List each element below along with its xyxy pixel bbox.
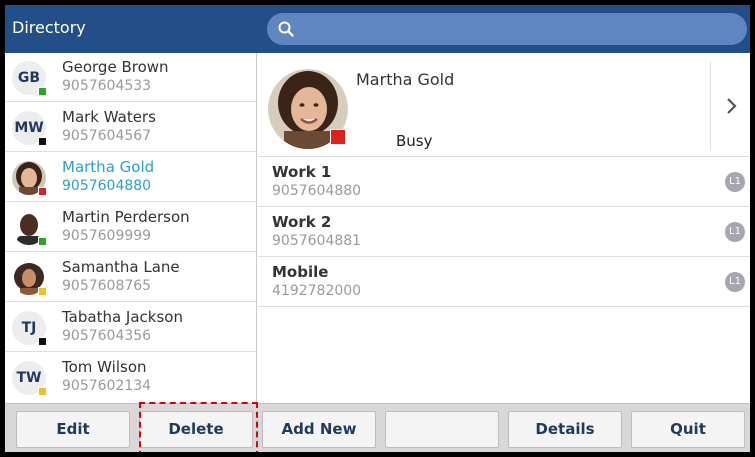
presence-indicator	[38, 237, 47, 246]
search-bar[interactable]	[267, 13, 747, 45]
detail-header: Martha Gold Busy	[258, 53, 750, 157]
contact-number: 9057609999	[62, 228, 152, 244]
contact-number: 9057604567	[62, 128, 152, 144]
contact-number: 9057604356	[62, 328, 152, 344]
number-label: Mobile	[272, 263, 329, 281]
contact-detail-pane: Martha Gold Busy Work 1 9057604880 L1 Wo…	[258, 53, 750, 403]
contact-list: GB George Brown 9057604533 MW Mark Water…	[5, 53, 257, 403]
next-contact-button[interactable]	[710, 61, 750, 151]
number-row-work-2[interactable]: Work 2 9057604881 L1	[258, 207, 750, 257]
number-row-mobile[interactable]: Mobile 4192782000 L1	[258, 257, 750, 307]
contact-number: 9057608765	[62, 278, 152, 294]
contact-name: Tabatha Jackson	[62, 308, 183, 326]
contact-name: George Brown	[62, 58, 169, 76]
number-label: Work 2	[272, 213, 332, 231]
contact-item-martin-perderson[interactable]: Martin Perderson 9057609999	[5, 203, 256, 252]
contact-item-samantha-lane[interactable]: Samantha Lane 9057608765	[5, 253, 256, 302]
search-icon	[278, 21, 294, 37]
number-value: 4192782000	[272, 283, 362, 299]
app-title: Directory	[12, 18, 86, 37]
presence-indicator	[38, 87, 47, 96]
highlight-box	[139, 402, 258, 452]
number-value: 9057604881	[272, 233, 362, 249]
contact-item-mark-waters[interactable]: MW Mark Waters 9057604567	[5, 103, 256, 152]
detail-contact-name: Martha Gold	[356, 70, 455, 89]
contact-number: 9057602134	[62, 378, 152, 394]
line-badge: L1	[725, 272, 745, 292]
presence-indicator	[38, 337, 47, 346]
edit-button[interactable]: Edit	[16, 411, 130, 448]
quit-button[interactable]: Quit	[631, 411, 745, 448]
contact-name: Martha Gold	[62, 158, 155, 176]
line-badge: L1	[725, 172, 745, 192]
contact-item-george-brown[interactable]: GB George Brown 9057604533	[5, 53, 256, 102]
contact-name: Mark Waters	[62, 108, 156, 126]
number-label: Work 1	[272, 163, 332, 181]
number-row-work-1[interactable]: Work 1 9057604880 L1	[258, 157, 750, 207]
presence-indicator	[38, 287, 47, 296]
phone-screen: Directory GB George Brown 9057604533 MW …	[0, 0, 755, 457]
header-bar: Directory	[5, 5, 750, 53]
add-new-button[interactable]: Add New	[262, 411, 376, 448]
contact-name: Samantha Lane	[62, 258, 180, 276]
line-badge: L1	[725, 222, 745, 242]
number-value: 9057604880	[272, 183, 362, 199]
chevron-right-icon	[727, 98, 737, 114]
presence-indicator	[38, 187, 47, 196]
contact-item-tabatha-jackson[interactable]: TJ Tabatha Jackson 9057604356	[5, 303, 256, 352]
contact-number: 9057604880	[62, 178, 152, 194]
presence-status-text: Busy	[396, 132, 433, 150]
contact-name: Tom Wilson	[62, 358, 147, 376]
contact-item-tom-wilson[interactable]: TW Tom Wilson 9057602134	[5, 353, 256, 402]
contact-item-martha-gold[interactable]: Martha Gold 9057604880	[5, 153, 256, 202]
presence-indicator	[38, 387, 47, 396]
softkey-bar: Edit Delete Add New Details Quit	[5, 403, 750, 452]
details-button[interactable]: Details	[508, 411, 622, 448]
contact-number: 9057604533	[62, 78, 152, 94]
presence-indicator	[330, 129, 346, 145]
contact-name: Martin Perderson	[62, 208, 190, 226]
empty-softkey[interactable]	[385, 411, 499, 448]
presence-indicator	[38, 137, 47, 146]
